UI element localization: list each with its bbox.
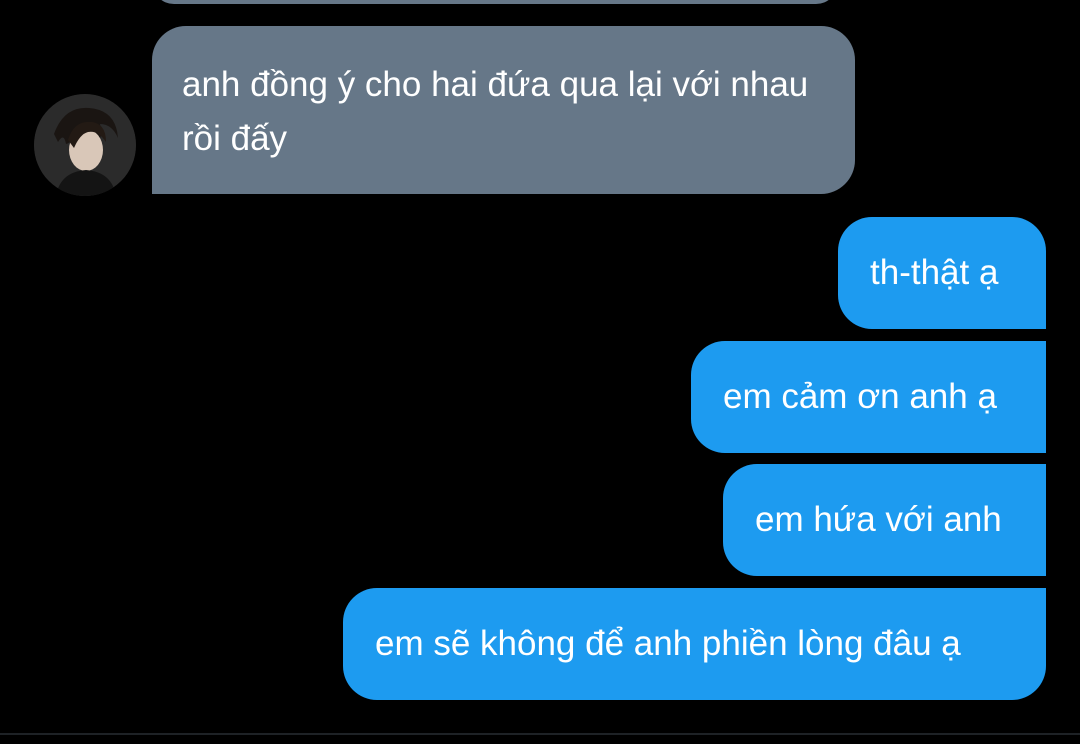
composer-divider xyxy=(0,733,1080,735)
outgoing-message-text: em sẽ không để anh phiền lòng đâu ạ xyxy=(375,624,961,663)
outgoing-message-bubble[interactable]: em hứa với anh xyxy=(723,464,1046,576)
outgoing-message-text: em cảm ơn anh ạ xyxy=(723,377,997,416)
outgoing-message-bubble[interactable]: em sẽ không để anh phiền lòng đâu ạ xyxy=(343,588,1046,700)
outgoing-message-text: em hứa với anh xyxy=(755,500,1002,539)
sender-avatar[interactable] xyxy=(34,94,136,196)
outgoing-message-bubble[interactable]: th-thật ạ xyxy=(838,217,1046,329)
incoming-message-bubble[interactable]: anh đồng ý cho hai đứa qua lại với nhau … xyxy=(152,26,855,194)
incoming-message-text: anh đồng ý cho hai đứa qua lại với nhau … xyxy=(182,65,809,158)
avatar-photo-icon xyxy=(34,94,136,196)
outgoing-message-bubble[interactable]: em cảm ơn anh ạ xyxy=(691,341,1046,453)
outgoing-message-text: th-thật ạ xyxy=(870,253,999,292)
previous-message-bubble[interactable] xyxy=(152,0,838,4)
